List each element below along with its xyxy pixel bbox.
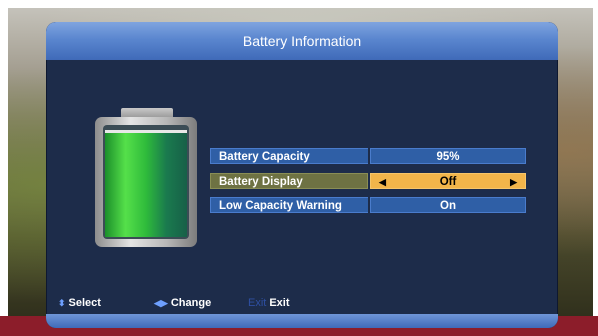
- left-right-arrows-icon: ◀▶: [154, 298, 168, 308]
- row-battery-capacity[interactable]: Battery Capacity 95%: [210, 148, 526, 164]
- up-down-arrows-icon: ⬍: [58, 298, 66, 308]
- hint-exit: Exit Exit: [248, 296, 290, 310]
- screen-border-left: [0, 0, 8, 336]
- hint-select-label: Select: [68, 297, 101, 309]
- hint-exit-label: Exit: [269, 297, 290, 309]
- dialog-title: Battery Information: [46, 22, 558, 60]
- exit-key-label: Exit: [248, 297, 267, 309]
- battery-display-label: Battery Display: [210, 173, 368, 189]
- dialog-footer-bar: [46, 314, 558, 328]
- battery-capacity-value: 95%: [370, 148, 526, 164]
- low-capacity-warning-label: Low Capacity Warning: [210, 197, 368, 213]
- battery-level-fill: [105, 132, 187, 237]
- battery-display-selector[interactable]: ◀ Off ▶: [370, 173, 526, 189]
- left-arrow-icon[interactable]: ◀: [379, 174, 386, 190]
- battery-capacity-label: Battery Capacity: [210, 148, 368, 164]
- row-low-capacity-warning[interactable]: Low Capacity Warning On: [210, 197, 526, 213]
- battery-icon: [95, 117, 197, 247]
- screen-border-top: [0, 0, 598, 8]
- low-capacity-warning-value: On: [370, 197, 526, 213]
- row-battery-display[interactable]: Battery Display ◀ Off ▶: [210, 173, 526, 189]
- hint-change-label: Change: [170, 297, 212, 309]
- battery-cell: [103, 125, 189, 239]
- battery-level-line: [105, 130, 187, 133]
- battery-display-value: Off: [439, 176, 457, 188]
- screen-border-right: [593, 0, 598, 336]
- hint-select: ⬍ Select: [58, 296, 101, 310]
- battery-info-dialog: Battery Information Battery Capacity 95%…: [46, 22, 558, 328]
- right-arrow-icon[interactable]: ▶: [510, 174, 517, 190]
- hint-change: ◀▶ Change: [154, 296, 211, 310]
